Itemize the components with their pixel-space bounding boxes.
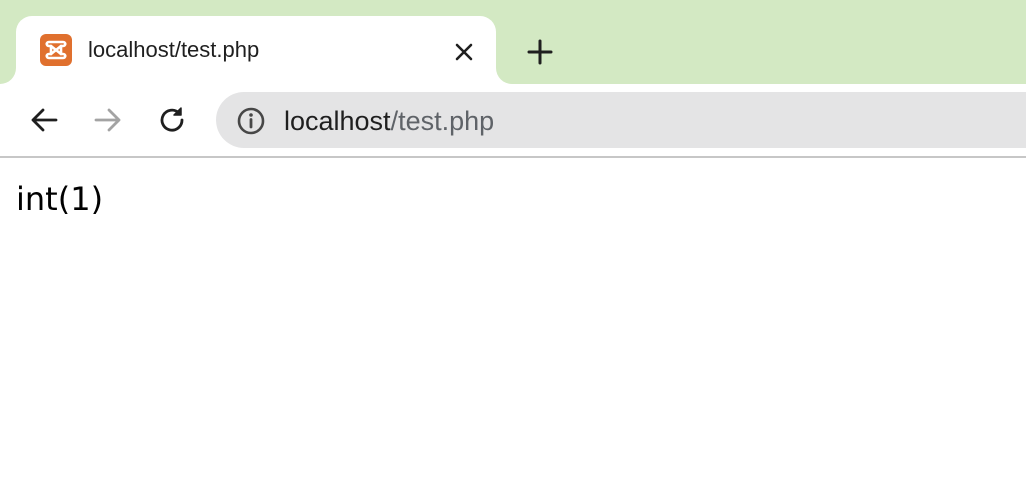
url-host: localhost bbox=[284, 106, 391, 136]
page-content: int(1) bbox=[0, 158, 1026, 502]
browser-window: localhost/test.php localhost/test.php in… bbox=[0, 0, 1026, 502]
tab-strip: localhost/test.php bbox=[0, 0, 1026, 84]
info-icon[interactable] bbox=[236, 106, 266, 136]
toolbar: localhost/test.php bbox=[0, 84, 1026, 158]
tab-localhost-test[interactable]: localhost/test.php bbox=[16, 16, 496, 84]
close-icon[interactable] bbox=[450, 38, 478, 66]
xampp-icon bbox=[40, 34, 72, 66]
tab-title: localhost/test.php bbox=[88, 37, 260, 62]
php-output: int(1) bbox=[16, 180, 104, 218]
reload-icon[interactable] bbox=[152, 100, 192, 140]
url-text[interactable]: localhost/test.php bbox=[284, 105, 494, 137]
address-bar[interactable]: localhost/test.php bbox=[216, 92, 1026, 148]
arrow-left-icon[interactable] bbox=[24, 100, 64, 140]
plus-icon[interactable] bbox=[522, 34, 558, 70]
url-path: /test.php bbox=[390, 106, 495, 136]
arrow-right-icon[interactable] bbox=[88, 100, 128, 140]
